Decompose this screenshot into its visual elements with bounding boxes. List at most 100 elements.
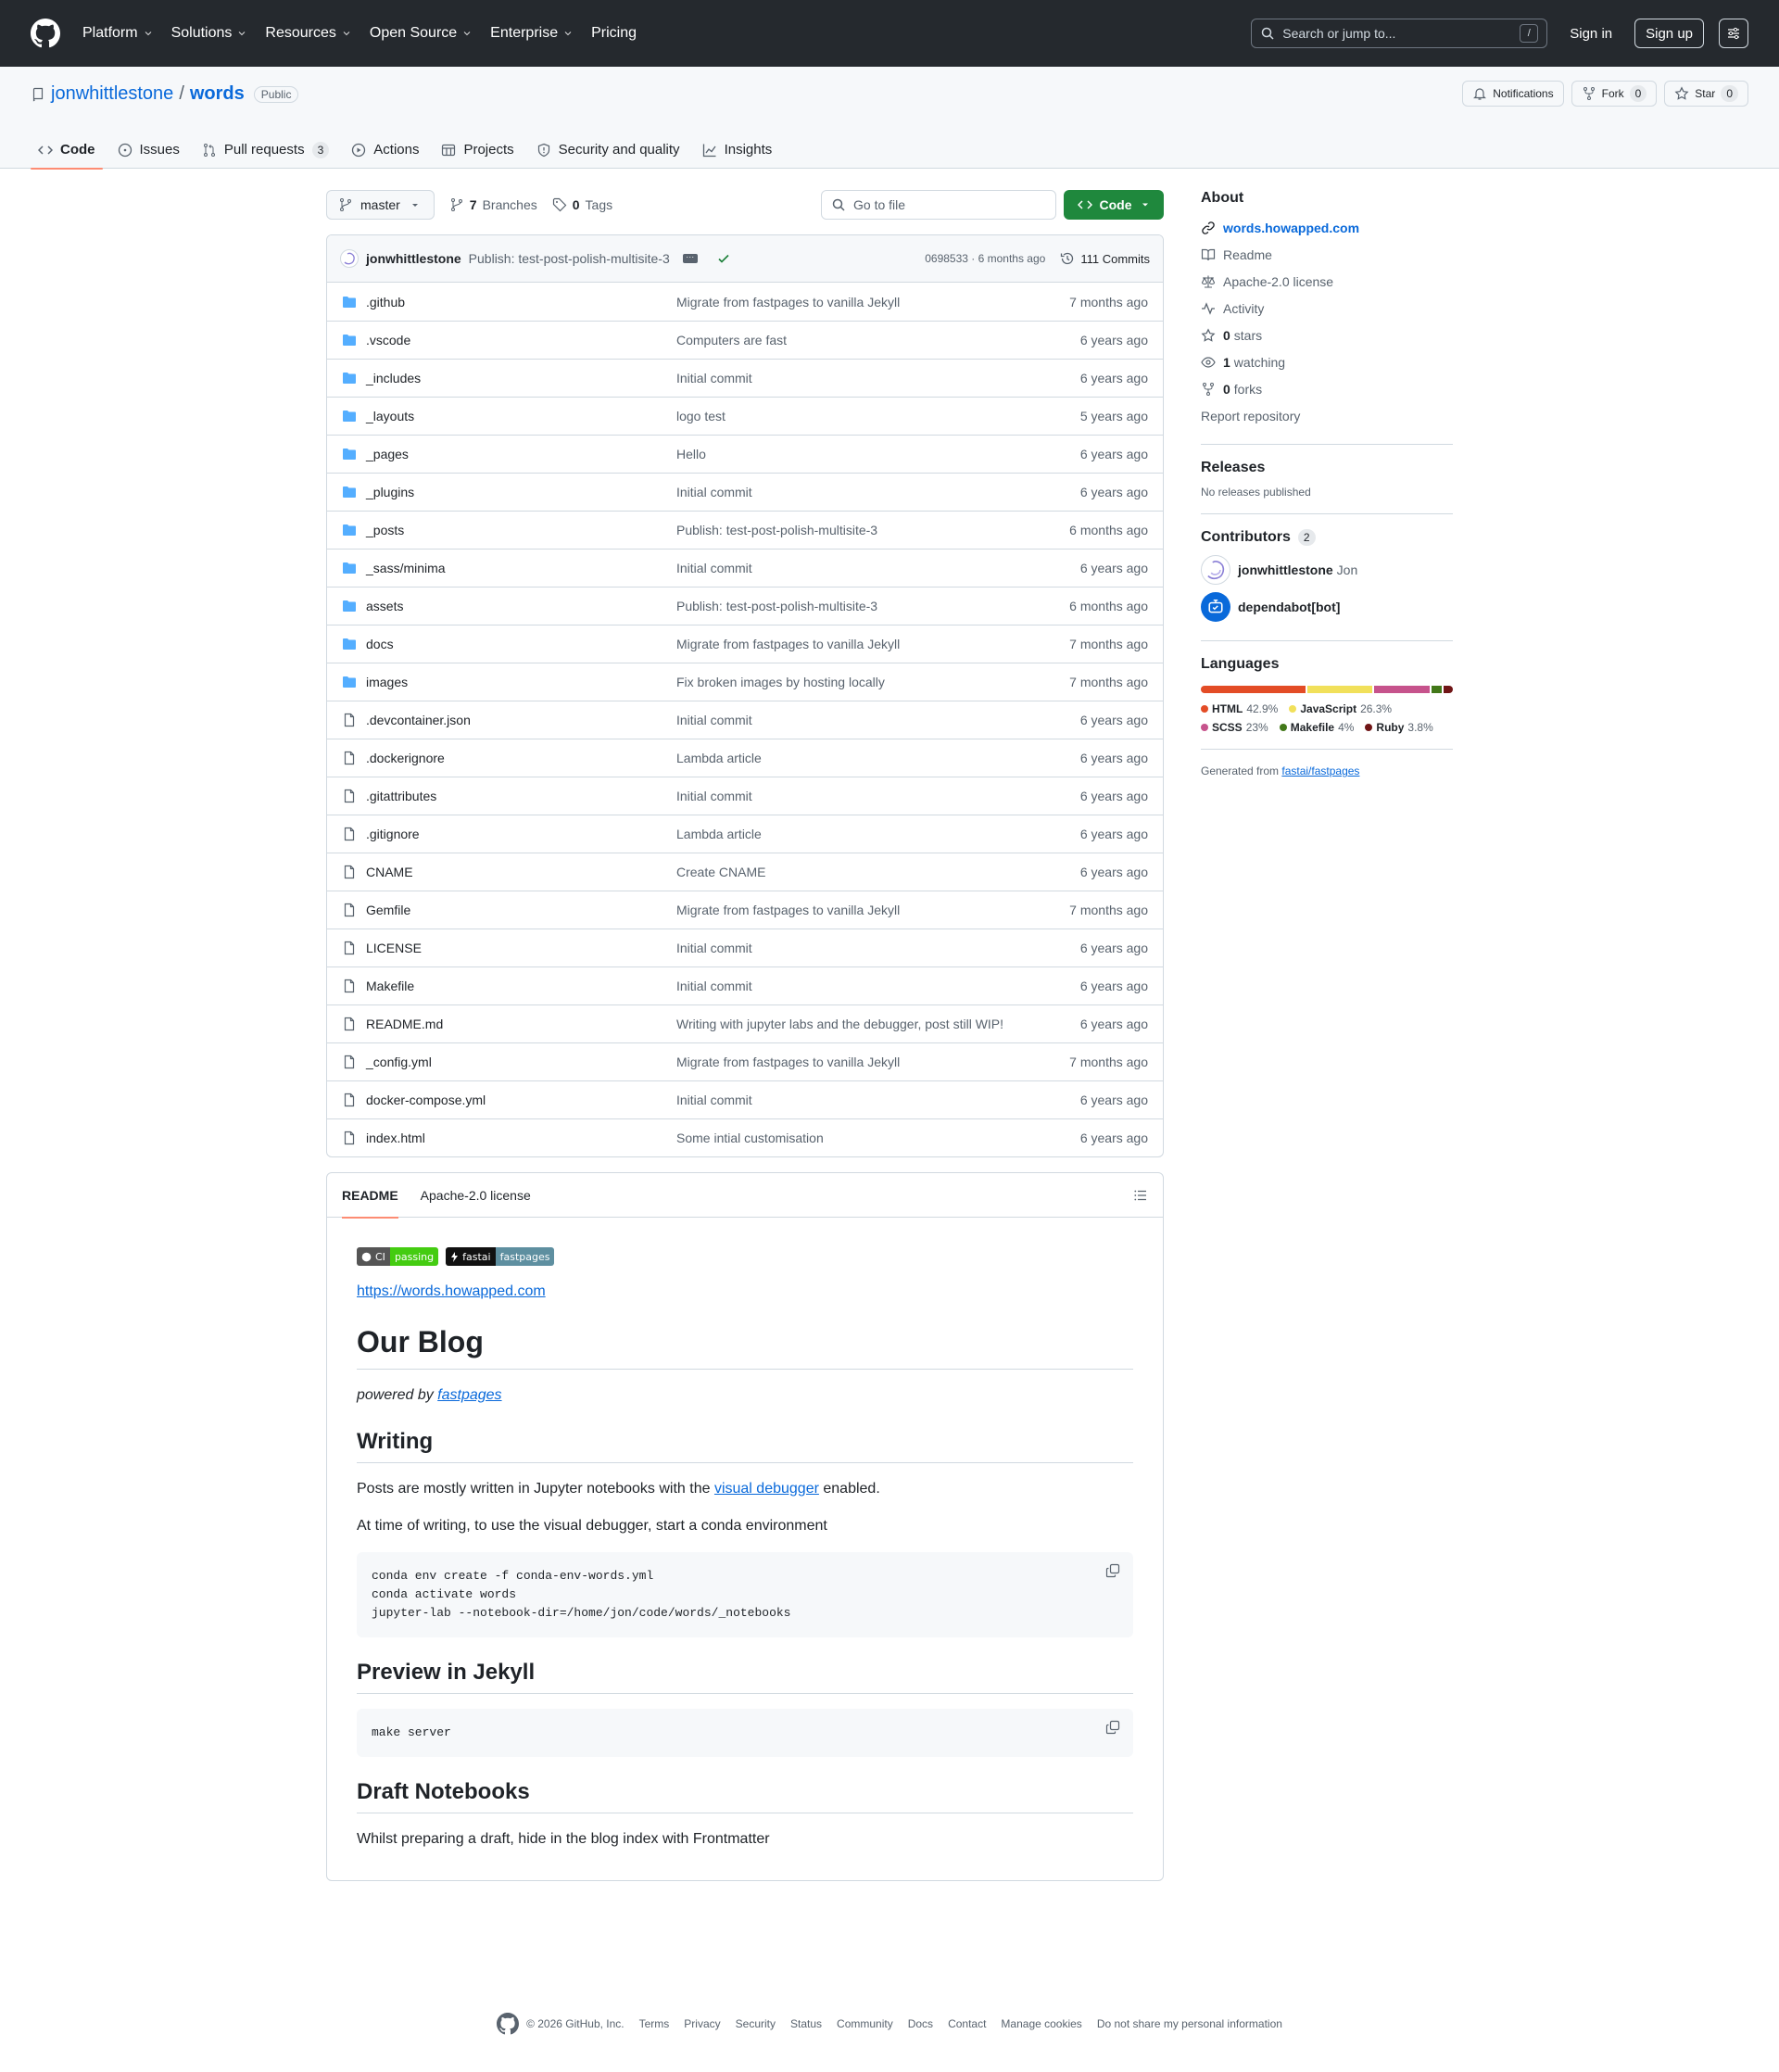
sign-up-button[interactable]: Sign up <box>1634 19 1704 48</box>
language-item[interactable]: SCSS 23% <box>1201 721 1268 734</box>
copy-button[interactable] <box>1105 1720 1120 1735</box>
website-link[interactable]: words.howapped.com <box>1201 214 1453 241</box>
fastpages-link[interactable]: fastpages <box>437 1387 501 1403</box>
tab-actions[interactable]: Actions <box>344 131 426 169</box>
file-commit-message-link[interactable]: Create CNAME <box>676 865 1080 879</box>
file-commit-message-link[interactable]: Hello <box>676 447 1080 461</box>
github-logo-icon[interactable] <box>497 2013 520 2035</box>
file-commit-message-link[interactable]: Migrate from fastpages to vanilla Jekyll <box>676 903 1069 917</box>
github-logo-icon[interactable] <box>31 19 60 48</box>
file-commit-message-link[interactable]: Migrate from fastpages to vanilla Jekyll <box>676 295 1069 310</box>
tab-insights[interactable]: Insights <box>695 131 780 169</box>
check-icon[interactable] <box>716 251 731 266</box>
search-input[interactable]: Search or jump to... / <box>1251 19 1548 48</box>
tags-link[interactable]: 0 Tags <box>552 197 612 212</box>
code-dropdown-button[interactable]: Code <box>1064 190 1164 220</box>
file-name-link[interactable]: _sass/minima <box>366 561 676 575</box>
contributor-item[interactable]: jonwhittlestone Jon <box>1201 551 1453 588</box>
footer-terms[interactable]: Terms <box>639 2017 670 2030</box>
repo-owner-link[interactable]: jonwhittlestone <box>51 83 173 105</box>
license-link[interactable]: Apache-2.0 license <box>1201 268 1453 295</box>
footer-privacy[interactable]: Privacy <box>684 2017 720 2030</box>
tab-readme[interactable]: README <box>334 1173 406 1219</box>
file-commit-message-link[interactable]: Migrate from fastpages to vanilla Jekyll <box>676 637 1069 651</box>
file-name-link[interactable]: Makefile <box>366 979 676 993</box>
go-to-file-input[interactable]: Go to file <box>821 190 1056 220</box>
contributor-item[interactable]: dependabot[bot] <box>1201 588 1453 625</box>
report-repository-link[interactable]: Report repository <box>1201 402 1453 429</box>
file-name-link[interactable]: .vscode <box>366 333 676 347</box>
file-commit-message-link[interactable]: Initial commit <box>676 485 1080 499</box>
file-commit-message-link[interactable]: Fix broken images by hosting locally <box>676 675 1069 689</box>
language-item[interactable]: Makefile 4% <box>1279 721 1354 734</box>
avatar[interactable] <box>340 249 359 268</box>
file-name-link[interactable]: index.html <box>366 1131 676 1145</box>
file-commit-message-link[interactable]: Initial commit <box>676 789 1080 803</box>
file-commit-message-link[interactable]: Initial commit <box>676 713 1080 727</box>
file-commit-message-link[interactable]: Publish: test-post-polish-multisite-3 <box>676 523 1069 537</box>
file-name-link[interactable]: _pages <box>366 447 676 461</box>
tab-security[interactable]: Security and quality <box>529 131 688 169</box>
settings-menu-button[interactable] <box>1719 19 1748 48</box>
repo-name-link[interactable]: words <box>190 83 245 105</box>
nav-solutions[interactable]: Solutions <box>171 19 248 48</box>
notifications-button[interactable]: Notifications <box>1462 81 1564 107</box>
file-commit-message-link[interactable]: Initial commit <box>676 561 1080 575</box>
tab-issues[interactable]: Issues <box>110 131 187 169</box>
file-name-link[interactable]: CNAME <box>366 865 676 879</box>
file-commit-message-link[interactable]: Initial commit <box>676 979 1080 993</box>
file-commit-message-link[interactable]: Initial commit <box>676 1093 1080 1107</box>
file-name-link[interactable]: .github <box>366 295 676 310</box>
branch-selector[interactable]: master <box>326 190 435 220</box>
fastai-badge[interactable]: fastai fastpages <box>446 1247 555 1266</box>
file-name-link[interactable]: .gitattributes <box>366 789 676 803</box>
file-commit-message-link[interactable]: Lambda article <box>676 827 1080 841</box>
fork-button[interactable]: Fork 0 <box>1571 81 1658 107</box>
stars-link[interactable]: 0 stars <box>1201 322 1453 348</box>
file-commit-message-link[interactable]: Migrate from fastpages to vanilla Jekyll <box>676 1055 1069 1069</box>
file-name-link[interactable]: .devcontainer.json <box>366 713 676 727</box>
file-name-link[interactable]: .dockerignore <box>366 751 676 765</box>
footer-do-not-share[interactable]: Do not share my personal information <box>1097 2017 1282 2030</box>
copy-button[interactable] <box>1105 1563 1120 1578</box>
file-name-link[interactable]: _config.yml <box>366 1055 676 1069</box>
footer-community[interactable]: Community <box>837 2017 893 2030</box>
file-name-link[interactable]: _plugins <box>366 485 676 499</box>
language-item[interactable]: JavaScript 26.3% <box>1289 702 1392 715</box>
commit-author-link[interactable]: jonwhittlestone <box>366 251 461 266</box>
language-item[interactable]: Ruby 3.8% <box>1365 721 1433 734</box>
file-name-link[interactable]: Gemfile <box>366 903 676 917</box>
file-commit-message-link[interactable]: Computers are fast <box>676 333 1080 347</box>
nav-open-source[interactable]: Open Source <box>370 19 473 48</box>
tab-pull-requests[interactable]: Pull requests 3 <box>195 131 336 169</box>
visual-debugger-link[interactable]: visual debugger <box>714 1481 819 1497</box>
footer-security[interactable]: Security <box>736 2017 776 2030</box>
file-name-link[interactable]: docker-compose.yml <box>366 1093 676 1107</box>
file-commit-message-link[interactable]: Some intial customisation <box>676 1131 1080 1145</box>
commit-message-link[interactable]: Publish: test-post-polish-multisite-3 <box>469 251 670 266</box>
footer-docs[interactable]: Docs <box>908 2017 933 2030</box>
nav-platform[interactable]: Platform <box>82 19 154 48</box>
activity-link[interactable]: Activity <box>1201 295 1453 322</box>
tab-license[interactable]: Apache-2.0 license <box>413 1173 538 1218</box>
star-button[interactable]: Star 0 <box>1664 81 1748 107</box>
file-name-link[interactable]: .gitignore <box>366 827 676 841</box>
commit-hash-time[interactable]: 0698533 · 6 months ago <box>925 252 1045 265</box>
file-commit-message-link[interactable]: Lambda article <box>676 751 1080 765</box>
file-commit-message-link[interactable]: Writing with jupyter labs and the debugg… <box>676 1017 1080 1031</box>
file-name-link[interactable]: README.md <box>366 1017 676 1031</box>
file-commit-message-link[interactable]: Initial commit <box>676 371 1080 385</box>
outline-button[interactable] <box>1133 1188 1148 1203</box>
site-link[interactable]: https://words.howapped.com <box>357 1283 546 1299</box>
file-commit-message-link[interactable]: Publish: test-post-polish-multisite-3 <box>676 599 1069 613</box>
tab-projects[interactable]: Projects <box>434 131 521 169</box>
readme-link[interactable]: Readme <box>1201 241 1453 268</box>
nav-resources[interactable]: Resources <box>265 19 351 48</box>
contributors-heading[interactable]: Contributors 2 <box>1201 529 1453 546</box>
footer-manage-cookies[interactable]: Manage cookies <box>1001 2017 1081 2030</box>
file-commit-message-link[interactable]: Initial commit <box>676 941 1080 955</box>
branches-link[interactable]: 7 Branches <box>449 197 537 212</box>
footer-contact[interactable]: Contact <box>948 2017 986 2030</box>
sign-in-link[interactable]: Sign in <box>1562 26 1620 42</box>
file-name-link[interactable]: LICENSE <box>366 941 676 955</box>
